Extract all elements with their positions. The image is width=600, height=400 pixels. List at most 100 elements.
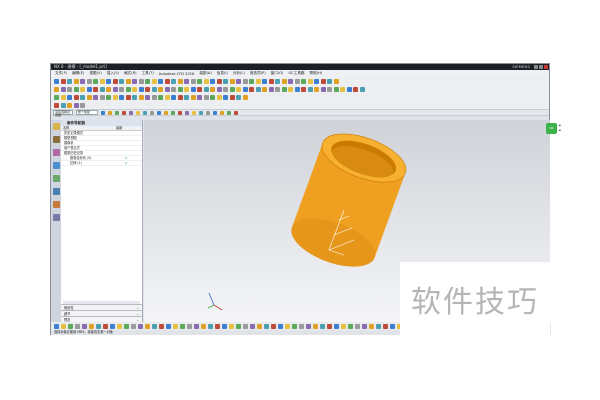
view-tool-icon[interactable] — [355, 323, 360, 329]
snap-option-icon[interactable] — [171, 110, 175, 115]
toolbar-button-icon[interactable] — [60, 94, 66, 100]
toolbar-button-icon[interactable] — [158, 86, 163, 92]
toolbar-button-icon[interactable] — [268, 86, 274, 92]
toolbar-button-icon[interactable] — [67, 102, 72, 108]
toolbar-button-icon[interactable] — [93, 86, 98, 92]
toolbar-button-icon[interactable] — [73, 102, 79, 108]
view-tool-icon[interactable] — [222, 323, 227, 329]
menu-item[interactable]: 分析(L) — [233, 71, 245, 76]
toolbar-button-icon[interactable] — [86, 86, 92, 92]
toolbar-button-icon[interactable] — [275, 86, 280, 92]
toolbar-button-icon[interactable] — [262, 86, 267, 92]
toolbar-button-icon[interactable] — [125, 86, 131, 92]
toolbar-button-icon[interactable] — [242, 78, 248, 84]
toolbar-button-icon[interactable] — [242, 86, 248, 92]
toolbar-button-icon[interactable] — [54, 94, 59, 100]
toolbar-button-icon[interactable] — [346, 86, 352, 92]
view-tool-icon[interactable] — [96, 323, 101, 329]
toolbar-button-icon[interactable] — [164, 94, 170, 100]
minimize-button[interactable] — [534, 65, 538, 69]
view-tool-icon[interactable] — [327, 323, 332, 329]
snap-option-icon[interactable] — [220, 110, 224, 115]
toolbar-button-icon[interactable] — [268, 78, 274, 84]
toolbar-button-icon[interactable] — [223, 78, 228, 84]
toolbar-button-icon[interactable] — [164, 78, 170, 84]
menu-item[interactable]: 装配(A) — [199, 71, 211, 76]
toolbar-button-icon[interactable] — [301, 86, 306, 92]
toolbar-button-icon[interactable] — [197, 86, 202, 92]
toolbar-button-icon[interactable] — [307, 78, 313, 84]
toolbar-button-icon[interactable] — [210, 78, 215, 84]
toolbar-button-icon[interactable] — [60, 86, 66, 92]
tree-item[interactable]: 拉伸 (1) ✔ — [61, 161, 142, 166]
snap-option-icon[interactable] — [101, 110, 105, 115]
view-tool-icon[interactable] — [334, 323, 339, 329]
menu-item[interactable]: 编辑(E) — [72, 71, 84, 76]
menu-item[interactable]: 首选项(P) — [250, 71, 266, 76]
view-tool-icon[interactable] — [145, 323, 150, 329]
toolbar-button-icon[interactable] — [99, 86, 105, 92]
view-tool-icon[interactable] — [320, 323, 325, 329]
toolbar-button-icon[interactable] — [281, 78, 287, 84]
toolbar-button-icon[interactable] — [171, 78, 176, 84]
toolbar-button-icon[interactable] — [340, 86, 345, 92]
toolbar-button-icon[interactable] — [190, 86, 196, 92]
maximize-button[interactable] — [539, 65, 543, 69]
view-tool-icon[interactable] — [131, 323, 136, 329]
toolbar-button-icon[interactable] — [112, 94, 118, 100]
toolbar-button-icon[interactable] — [80, 94, 85, 100]
filter-select[interactable]: 没有选择过滤器 — [53, 110, 73, 117]
toolbar-button-icon[interactable] — [125, 78, 131, 84]
view-tool-icon[interactable] — [166, 323, 171, 329]
toolbar-button-icon[interactable] — [67, 94, 72, 100]
toolbar-button-icon[interactable] — [197, 78, 202, 84]
column-name[interactable]: 名称 — [61, 126, 116, 130]
nx-badge[interactable]: NX ▪ ▪ — [546, 123, 568, 134]
menu-item[interactable]: GC工具箱 — [288, 71, 304, 76]
snap-option-icon[interactable] — [164, 110, 168, 115]
toolbar-button-icon[interactable] — [223, 86, 228, 92]
toolbar-button-icon[interactable] — [184, 78, 189, 84]
toolbar-button-icon[interactable] — [236, 78, 241, 84]
view-tool-icon[interactable] — [390, 323, 395, 329]
toolbar-button-icon[interactable] — [145, 94, 150, 100]
view-tool-icon[interactable] — [306, 323, 311, 329]
toolbar-button-icon[interactable] — [216, 94, 222, 100]
toolbar-button-icon[interactable] — [132, 78, 137, 84]
view-tool-icon[interactable] — [138, 323, 143, 329]
snap-option-icon[interactable] — [136, 110, 140, 115]
menu-item[interactable]: 工具(T) — [142, 71, 154, 76]
view-tool-icon[interactable] — [292, 323, 297, 329]
menu-item[interactable]: 帮助(H) — [310, 71, 323, 76]
toolbar-button-icon[interactable] — [60, 102, 66, 108]
toolbar-button-icon[interactable] — [99, 94, 105, 100]
view-tool-icon[interactable] — [124, 323, 129, 329]
toolbar-button-icon[interactable] — [294, 78, 300, 84]
snap-option-icon[interactable] — [213, 110, 217, 115]
menu-item[interactable]: 插入(S) — [107, 71, 119, 76]
snap-option-icon[interactable] — [122, 110, 126, 115]
view-tool-icon[interactable] — [208, 323, 213, 329]
toolbar-button-icon[interactable] — [106, 86, 111, 92]
toolbar-button-icon[interactable] — [177, 86, 183, 92]
view-tool-icon[interactable] — [236, 323, 241, 329]
snap-option-icon[interactable] — [129, 110, 133, 115]
reuse-library-icon[interactable] — [52, 162, 60, 169]
toolbar-button-icon[interactable] — [327, 78, 332, 84]
view-tool-icon[interactable] — [89, 323, 94, 329]
toolbar-button-icon[interactable] — [236, 94, 241, 100]
toolbar-button-icon[interactable] — [307, 86, 313, 92]
view-tool-icon[interactable] — [257, 323, 262, 329]
close-button[interactable] — [544, 65, 548, 69]
toolbar-button-icon[interactable] — [80, 102, 85, 108]
column-latest[interactable]: 最新 — [116, 126, 122, 130]
toolbar-button-icon[interactable] — [171, 94, 176, 100]
part-navigator-icon[interactable] — [52, 123, 60, 130]
toolbar-button-icon[interactable] — [67, 78, 72, 84]
toolbar-button-icon[interactable] — [54, 86, 59, 92]
view-tool-icon[interactable] — [376, 323, 381, 329]
toolbar-button-icon[interactable] — [60, 78, 66, 84]
view-tool-icon[interactable] — [201, 323, 206, 329]
view-tool-icon[interactable] — [229, 323, 234, 329]
view-tool-icon[interactable] — [299, 323, 304, 329]
